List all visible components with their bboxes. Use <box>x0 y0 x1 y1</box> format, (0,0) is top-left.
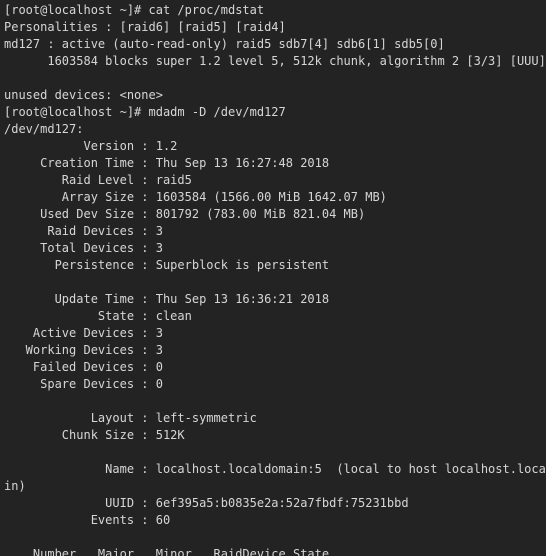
terminal-line: Personalities : [raid6] [raid5] [raid4] <box>4 20 286 34</box>
terminal-line: Version : 1.2 <box>4 139 178 153</box>
terminal-line: Total Devices : 3 <box>4 241 163 255</box>
terminal-line: Raid Devices : 3 <box>4 224 163 238</box>
terminal-line: Array Size : 1603584 (1566.00 MiB 1642.0… <box>4 190 387 204</box>
terminal-line: unused devices: <none> <box>4 88 163 102</box>
terminal-window[interactable]: [root@localhost ~]# cat /proc/mdstat Pers… <box>0 0 546 556</box>
terminal-line: Spare Devices : 0 <box>4 377 163 391</box>
terminal-line: Active Devices : 3 <box>4 326 163 340</box>
terminal-line: Events : 60 <box>4 513 171 527</box>
terminal-line: /dev/md127: <box>4 122 84 136</box>
terminal-output: [root@localhost ~]# cat /proc/mdstat Pers… <box>4 2 546 556</box>
terminal-line: Persistence : Superblock is persistent <box>4 258 330 272</box>
terminal-line: Failed Devices : 0 <box>4 360 163 374</box>
terminal-line: in) <box>4 479 26 493</box>
terminal-line: Update Time : Thu Sep 13 16:36:21 2018 <box>4 292 330 306</box>
terminal-line: Working Devices : 3 <box>4 343 163 357</box>
terminal-line: Chunk Size : 512K <box>4 428 185 442</box>
terminal-line: Number Major Minor RaidDevice State <box>4 547 330 556</box>
terminal-line: State : clean <box>4 309 200 323</box>
terminal-line: 1603584 blocks super 1.2 level 5, 512k c… <box>4 54 546 68</box>
terminal-line: [root@localhost ~]# cat /proc/mdstat <box>4 3 265 17</box>
terminal-line: Name : localhost.localdomain:5 (local to… <box>4 462 546 476</box>
terminal-line: Raid Level : raid5 <box>4 173 192 187</box>
terminal-line: Creation Time : Thu Sep 13 16:27:48 2018 <box>4 156 330 170</box>
terminal-line: [root@localhost ~]# mdadm -D /dev/md127 <box>4 105 286 119</box>
terminal-line: Used Dev Size : 801792 (783.00 MiB 821.0… <box>4 207 366 221</box>
terminal-line: UUID : 6ef395a5:b0835e2a:52a7fbdf:75231b… <box>4 496 409 510</box>
terminal-line: md127 : active (auto-read-only) raid5 sd… <box>4 37 445 51</box>
terminal-line: Layout : left-symmetric <box>4 411 257 425</box>
